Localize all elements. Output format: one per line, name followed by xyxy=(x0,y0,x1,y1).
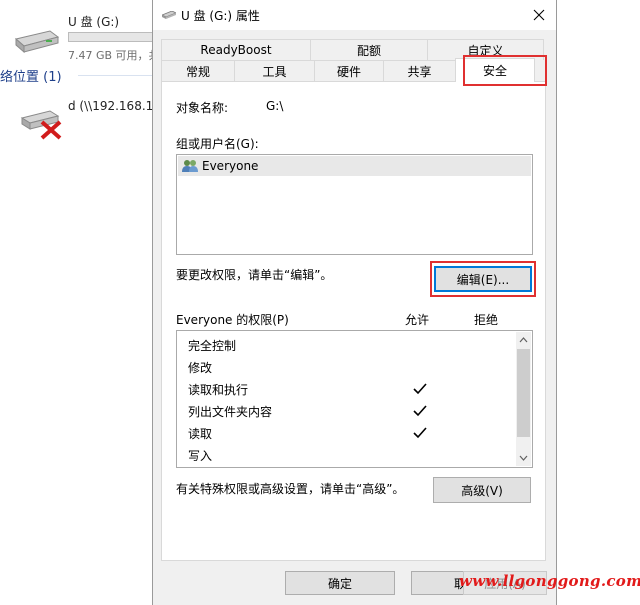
disconnected-network-drive-icon xyxy=(20,110,62,140)
groups-label: 组或用户名(G): xyxy=(176,137,259,151)
tab-label: 硬件 xyxy=(336,64,361,79)
site-watermark: www.llgonggong.com xyxy=(459,572,640,590)
drive-usage-bar xyxy=(68,32,158,42)
tab-label: 工具 xyxy=(262,64,287,79)
usb-drive-item[interactable]: U 盘 (G:) 7.47 GB 可用，共 xyxy=(0,5,160,65)
usb-drive-icon xyxy=(162,11,176,19)
tab-sharing[interactable]: 共享 xyxy=(383,60,456,81)
permission-row: 读取 xyxy=(188,422,212,444)
allow-check-icon xyxy=(413,427,427,439)
usb-drive-icon xyxy=(14,30,60,53)
tab-label: 共享 xyxy=(407,64,432,79)
special-permissions-hint: 有关特殊权限或高级设置，请单击“高级”。 xyxy=(176,482,405,496)
edit-button[interactable]: 编辑(E)... xyxy=(434,266,532,292)
allow-column-header: 允许 xyxy=(405,313,430,327)
scroll-thumb[interactable] xyxy=(517,349,530,437)
permissions-scrollbar[interactable] xyxy=(516,332,531,466)
network-drive-name: d (\\192.168.1.1 xyxy=(68,99,165,113)
scroll-down-button[interactable] xyxy=(516,450,531,466)
permission-name: 写入 xyxy=(188,448,213,463)
security-panel: 对象名称: G:\ 组或用户名(G): Everyone 要更改权限，请单击“编… xyxy=(161,81,546,561)
permission-row: 修改 xyxy=(188,356,212,378)
permission-name: 修改 xyxy=(188,360,213,375)
permissions-label: Everyone 的权限(P) xyxy=(176,313,289,327)
close-button[interactable] xyxy=(522,0,556,30)
permission-row: 写入 xyxy=(188,444,212,466)
permission-name: 读取 xyxy=(188,426,213,441)
chevron-up-icon xyxy=(519,337,528,343)
deny-column-header: 拒绝 xyxy=(474,313,499,327)
tab-label: 常规 xyxy=(185,64,210,79)
tab-quota[interactable]: 配额 xyxy=(310,39,428,60)
groups-listbox[interactable]: Everyone xyxy=(176,154,533,255)
tab-label: 配额 xyxy=(356,43,381,58)
change-permissions-hint: 要更改权限，请单击“编辑”。 xyxy=(176,268,333,282)
group-item-everyone[interactable]: Everyone xyxy=(178,156,531,176)
permission-name: 完全控制 xyxy=(188,338,237,353)
allow-check-icon xyxy=(413,383,427,395)
permission-row: 完全控制 xyxy=(188,334,236,356)
permission-row: 列出文件夹内容 xyxy=(188,400,272,422)
tab-readyboost[interactable]: ReadyBoost xyxy=(161,39,311,60)
ok-button[interactable]: 确定 xyxy=(285,571,395,595)
title-bar[interactable]: U 盘 (G:) 属性 xyxy=(153,0,556,30)
close-icon xyxy=(533,9,545,21)
allow-check-icon xyxy=(413,405,427,417)
security-tab-highlight xyxy=(463,55,547,86)
network-location-header[interactable]: 络位置 (1) xyxy=(0,66,62,85)
advanced-button[interactable]: 高级(V) xyxy=(433,477,531,503)
tab-hardware[interactable]: 硬件 xyxy=(314,60,384,81)
usb-drive-name: U 盘 (G:) xyxy=(68,15,120,29)
chevron-down-icon xyxy=(519,455,528,461)
scroll-up-button[interactable] xyxy=(516,332,531,348)
permission-row: 读取和执行 xyxy=(188,378,248,400)
permissions-listbox[interactable]: 完全控制修改读取和执行列出文件夹内容 读取写入 xyxy=(176,330,533,468)
tab-general[interactable]: 常规 xyxy=(161,60,235,81)
properties-dialog: U 盘 (G:) 属性 ReadyBoost 配额 自定义 常规 工具 硬件 共… xyxy=(152,0,557,605)
permission-name: 列出文件夹内容 xyxy=(188,404,273,419)
permission-name: 读取和执行 xyxy=(188,382,249,397)
section-divider xyxy=(78,75,158,76)
group-name: Everyone xyxy=(202,159,259,173)
tab-tools[interactable]: 工具 xyxy=(234,60,315,81)
tab-label: ReadyBoost xyxy=(200,43,272,57)
object-name-value: G:\ xyxy=(266,99,284,113)
object-name-label: 对象名称: xyxy=(176,101,229,115)
users-icon xyxy=(182,160,198,172)
usb-drive-free: 7.47 GB 可用，共 xyxy=(68,49,160,62)
dialog-title: U 盘 (G:) 属性 xyxy=(181,9,260,23)
